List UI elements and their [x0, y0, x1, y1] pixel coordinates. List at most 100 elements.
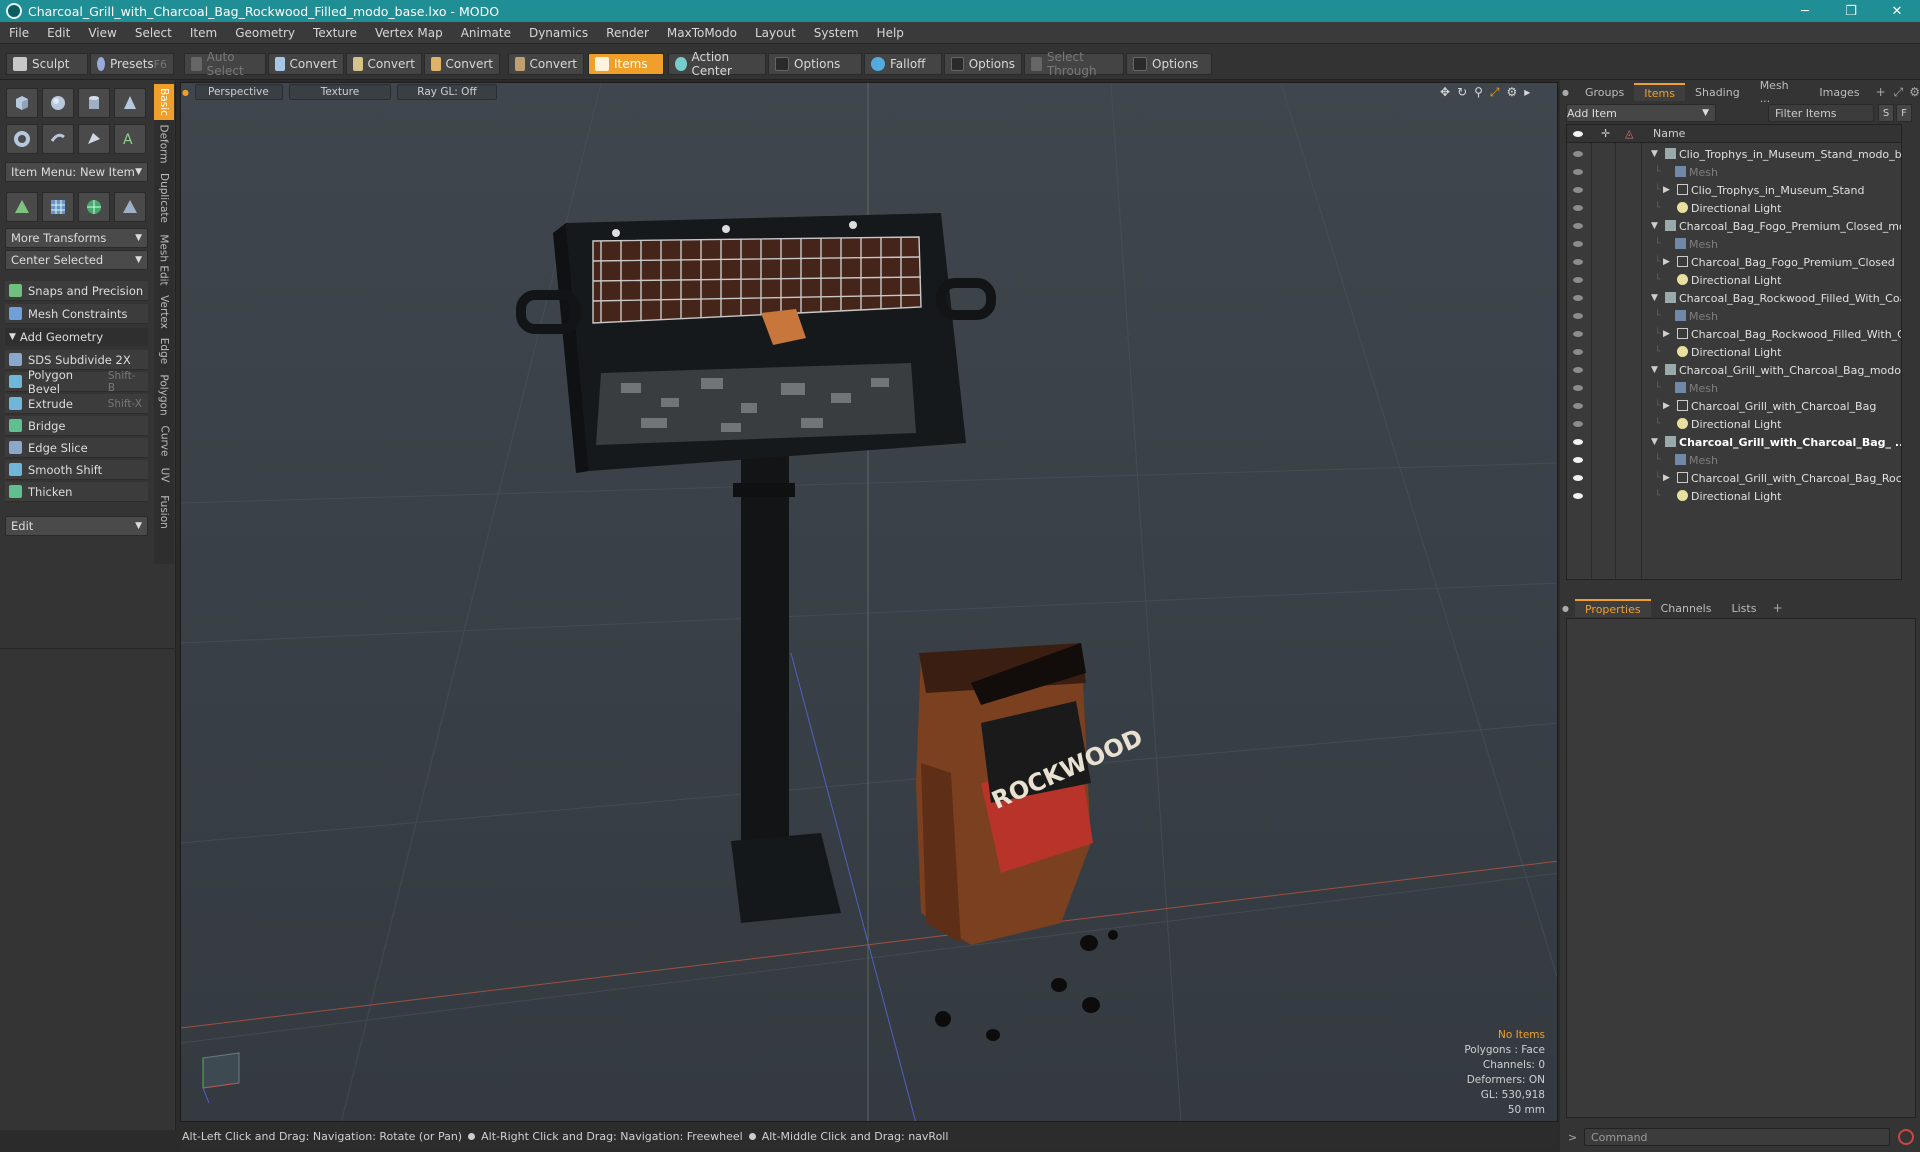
command-input[interactable]: Command	[1584, 1128, 1890, 1146]
grid-icon[interactable]	[42, 192, 74, 222]
expand-triangle-icon[interactable]: ▶	[1663, 473, 1670, 483]
visibility-eye-icon[interactable]	[1573, 295, 1583, 301]
visibility-eye-icon[interactable]	[1573, 187, 1583, 193]
tab-lists[interactable]: Lists	[1721, 599, 1766, 617]
items-mode-button[interactable]: Items	[588, 53, 664, 75]
panel-menu-icon[interactable]: ●	[1562, 604, 1569, 613]
cylinder-icon[interactable]	[78, 88, 110, 118]
mesh-constraints-button[interactable]: Mesh Constraints	[5, 304, 148, 324]
play-icon[interactable]: ▸	[1524, 85, 1530, 100]
cone-icon[interactable]	[114, 88, 146, 118]
visibility-eye-icon[interactable]	[1573, 349, 1583, 355]
tab-fusion[interactable]: Fusion	[154, 490, 174, 534]
menu-vertex-map[interactable]: Vertex Map	[366, 26, 452, 40]
item-list[interactable]: ✛ ◬ Name ▼ Clio_Trophys_in_Museum_Stand_m…	[1566, 124, 1902, 580]
convert-button-3[interactable]: Convert	[424, 53, 500, 75]
menu-layout[interactable]: Layout	[746, 26, 805, 40]
visibility-eye-icon[interactable]	[1573, 331, 1583, 337]
panel-menu-icon[interactable]: ●	[1562, 88, 1569, 97]
thicken-button[interactable]: Thicken	[5, 482, 148, 502]
expand-triangle-icon[interactable]: ▶	[1663, 257, 1670, 267]
scene-row[interactable]: ▼ Clio_Trophys_in_Museum_Stand_modo_ba ..…	[1567, 145, 1901, 163]
torus-icon[interactable]	[6, 124, 38, 154]
visibility-eye-icon[interactable]	[1573, 475, 1583, 481]
menu-geometry[interactable]: Geometry	[226, 26, 304, 40]
options-button-1[interactable]: Options	[768, 53, 862, 75]
pan-icon[interactable]: ✥	[1440, 85, 1450, 100]
expand-triangle-icon[interactable]: ▼	[1651, 293, 1658, 303]
options-button-2[interactable]: Options	[944, 53, 1022, 75]
transform-icon[interactable]	[6, 192, 38, 222]
mesh-row[interactable]: └ Mesh	[1567, 451, 1901, 469]
add-tab-icon[interactable]: +	[1876, 85, 1886, 99]
scene-row[interactable]: ▼ Charcoal_Bag_Rockwood_Filled_With_Coal.…	[1567, 289, 1901, 307]
mesh-row[interactable]: └ Mesh	[1567, 163, 1901, 181]
visibility-eye-icon[interactable]	[1573, 493, 1583, 499]
expand-triangle-icon[interactable]: ▶	[1663, 329, 1670, 339]
convert-button-1[interactable]: Convert	[268, 53, 344, 75]
tab-vertex[interactable]: Vertex	[154, 292, 174, 332]
filter-items-input[interactable]: Filter Items	[1768, 104, 1874, 122]
menu-help[interactable]: Help	[868, 26, 913, 40]
menu-select[interactable]: Select	[126, 26, 181, 40]
visibility-eye-icon[interactable]	[1573, 439, 1583, 445]
group-row[interactable]: └ ▶ Charcoal_Bag_Rockwood_Filled_With_Coal	[1567, 325, 1901, 343]
tab-polygon[interactable]: Polygon	[154, 370, 174, 420]
edit-dropdown[interactable]: Edit ▼	[5, 516, 148, 536]
rotate-icon[interactable]: ↻	[1457, 85, 1467, 100]
action-center-button[interactable]: Action Center	[668, 50, 766, 78]
falloff-button[interactable]: Falloff	[864, 53, 942, 75]
maximize-button[interactable]: ❐	[1828, 0, 1874, 22]
menu-system[interactable]: System	[805, 26, 868, 40]
menu-render[interactable]: Render	[597, 26, 658, 40]
auto-select-button[interactable]: Auto Select	[184, 50, 266, 78]
visibility-eye-icon[interactable]	[1573, 223, 1583, 229]
visibility-eye-icon[interactable]	[1573, 205, 1583, 211]
expand-triangle-icon[interactable]: ▼	[1651, 365, 1658, 375]
tab-edge[interactable]: Edge	[154, 334, 174, 368]
menu-edit[interactable]: Edit	[38, 26, 79, 40]
capsule-icon[interactable]	[42, 124, 74, 154]
visibility-eye-icon[interactable]	[1573, 367, 1583, 373]
menu-file[interactable]: File	[0, 26, 38, 40]
select-through-button[interactable]: Select Through	[1024, 50, 1124, 78]
pyramid-icon[interactable]	[114, 192, 146, 222]
convert-button-4[interactable]: Convert	[508, 53, 584, 75]
light-row[interactable]: └ Directional Light	[1567, 487, 1901, 505]
tab-properties[interactable]: Properties	[1574, 599, 1651, 617]
bridge-button[interactable]: Bridge	[5, 416, 148, 436]
center-selected-dropdown[interactable]: Center Selected ▼	[5, 250, 148, 270]
menu-animate[interactable]: Animate	[452, 26, 520, 40]
visibility-eye-icon[interactable]	[1573, 385, 1583, 391]
tab-basic[interactable]: Basic	[154, 84, 174, 120]
presets-button[interactable]: Presets F6	[90, 53, 174, 75]
expand-triangle-icon[interactable]: ▼	[1651, 149, 1658, 159]
3d-viewport[interactable]: ROCKWOOD No Items Polygons : Face Channe…	[180, 82, 1558, 1122]
mesh-row[interactable]: └ Mesh	[1567, 379, 1901, 397]
tab-uv[interactable]: UV	[154, 462, 174, 488]
light-row[interactable]: └ Directional Light	[1567, 343, 1901, 361]
light-row[interactable]: └ Directional Light	[1567, 199, 1901, 217]
raygl-toggle[interactable]: Ray GL: Off	[396, 84, 497, 100]
globe-icon[interactable]	[78, 192, 110, 222]
sphere-icon[interactable]	[42, 88, 74, 118]
menu-texture[interactable]: Texture	[304, 26, 366, 40]
scene-row[interactable]: ▼ Charcoal_Grill_with_Charcoal_Bag_modo-b…	[1567, 361, 1901, 379]
mesh-row[interactable]: └ Mesh	[1567, 235, 1901, 253]
text-tool-icon[interactable]: A	[114, 124, 146, 154]
visibility-eye-icon[interactable]	[1573, 277, 1583, 283]
group-row[interactable]: └ ▶ Charcoal_Bag_Fogo_Premium_Closed	[1567, 253, 1901, 271]
expand-icon[interactable]: ⤢	[1894, 85, 1904, 100]
add-item-dropdown[interactable]: Add Item ▼	[1566, 104, 1716, 122]
mesh-row[interactable]: └ Mesh	[1567, 307, 1901, 325]
scene-row[interactable]: ▼ Charcoal_Bag_Fogo_Premium_Closed_mod...	[1567, 217, 1901, 235]
shading-dropdown[interactable]: Texture	[288, 84, 391, 100]
sculpt-button[interactable]: Sculpt	[6, 53, 88, 75]
visibility-eye-icon[interactable]	[1573, 169, 1583, 175]
gear-icon[interactable]: ⚙	[1507, 85, 1518, 100]
viewport-menu-icon[interactable]: ●	[182, 88, 189, 102]
more-transforms-dropdown[interactable]: More Transforms ▼	[5, 228, 148, 248]
fit-icon[interactable]: ⤢	[1490, 85, 1500, 100]
cube-icon[interactable]	[6, 88, 38, 118]
expand-triangle-icon[interactable]: ▼	[1651, 221, 1658, 231]
